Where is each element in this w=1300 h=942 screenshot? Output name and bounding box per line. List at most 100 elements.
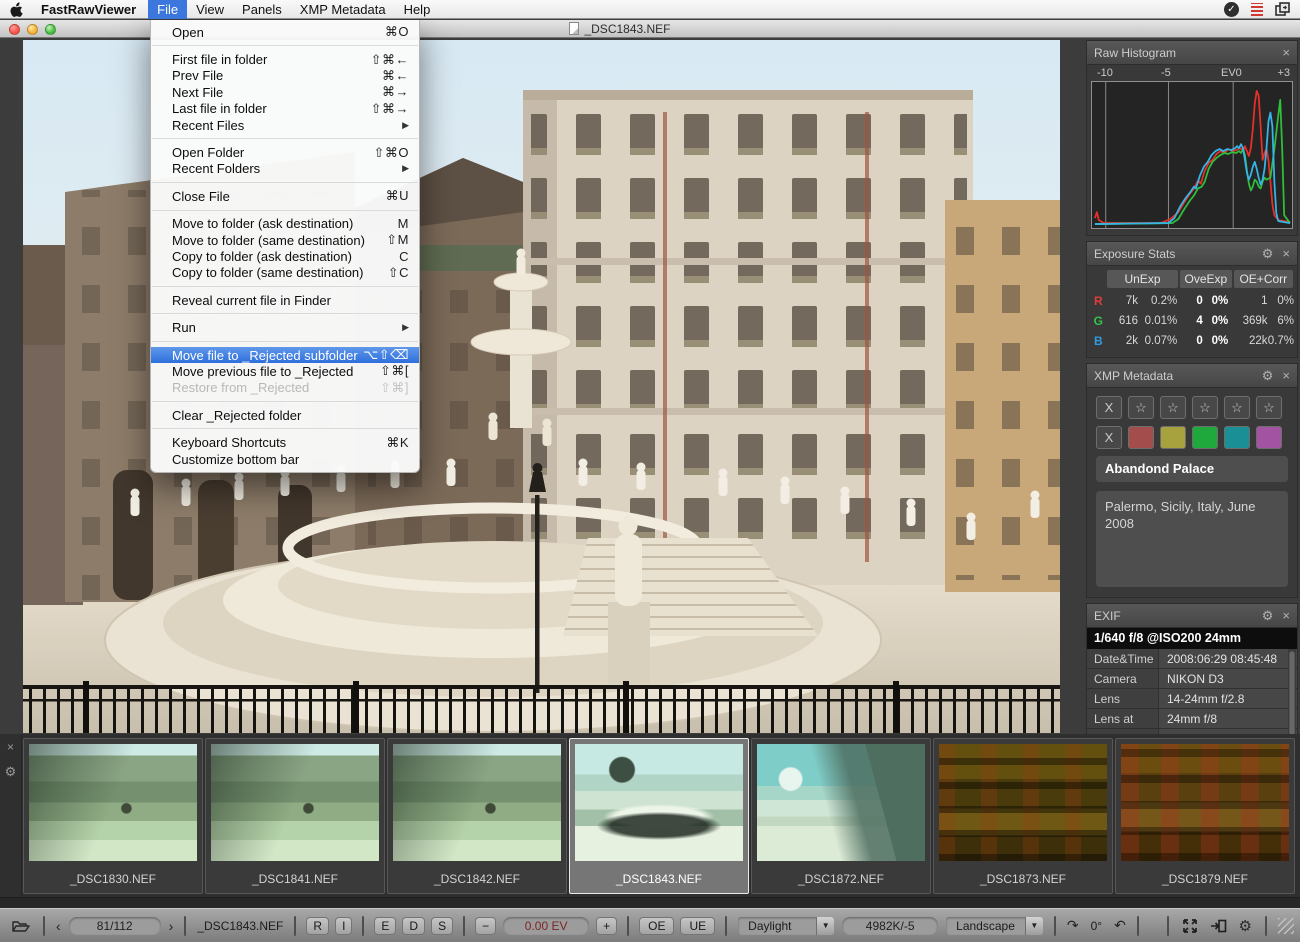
menubar-red-list-icon[interactable] (1251, 3, 1263, 16)
menubar-file[interactable]: File (148, 0, 187, 19)
settings-gear-icon[interactable]: ⚙ (1239, 917, 1252, 935)
menubar-app-name[interactable]: FastRawViewer (32, 0, 148, 19)
thumbnail-image (211, 744, 379, 861)
menu-item-move-ask[interactable]: Move to folder (ask destination)M (151, 216, 419, 232)
picture-style-dropdown[interactable]: Landscape ▼ (946, 917, 1043, 935)
thumbnail-dsc1842[interactable]: _DSC1842.NEF (387, 738, 567, 894)
menu-item-last-file[interactable]: Last file in folder⇧⌘→ (151, 101, 419, 117)
xmp-header[interactable]: XMP Metadata ⚙ × (1087, 364, 1297, 388)
fullscreen-icon[interactable] (1182, 918, 1198, 934)
menu-item-copy-same[interactable]: Copy to folder (same destination)⇧C (151, 265, 419, 281)
thumbnail-image (1121, 744, 1289, 861)
rating-star-2[interactable]: ☆ (1160, 396, 1186, 419)
label-purple-swatch[interactable] (1256, 426, 1282, 449)
raw-histogram-header[interactable]: Raw Histogram × (1087, 41, 1297, 65)
exif-header[interactable]: EXIF ⚙ × (1087, 604, 1297, 628)
rotate-cw-icon[interactable]: ↷ (1067, 917, 1079, 934)
menu-item-move-to-rejected[interactable]: Move file to _Rejected subfolder⌥⇧⌫ (151, 347, 419, 363)
col-oveexp[interactable]: OveExp (1180, 270, 1231, 288)
exposure-stats-header[interactable]: Exposure Stats ⚙ × (1087, 242, 1297, 266)
rating-star-4[interactable]: ☆ (1224, 396, 1250, 419)
menu-item-copy-ask[interactable]: Copy to folder (ask destination)C (151, 248, 419, 264)
filmstrip-gear-icon[interactable]: ⚙ (0, 764, 21, 780)
shadows-button[interactable]: S (431, 917, 453, 935)
menubar-panels[interactable]: Panels (233, 0, 291, 19)
ev-value-field[interactable]: 0.00 EV (503, 917, 589, 935)
menu-item-recent-files[interactable]: Recent Files▶ (151, 117, 419, 133)
apple-menu[interactable] (0, 1, 32, 17)
thumbnail-dsc1872[interactable]: _DSC1872.NEF (751, 738, 931, 894)
details-button[interactable]: D (402, 917, 425, 935)
menu-item-move-previous-rejected[interactable]: Move previous file to _Rejected⇧⌘[ (151, 363, 419, 379)
exposure-stats-close-icon[interactable]: × (1282, 247, 1290, 260)
thumbnail-dsc1830[interactable]: _DSC1830.NEF (23, 738, 203, 894)
file-position-field[interactable]: 81/112 (69, 917, 161, 935)
menu-item-recent-folders[interactable]: Recent Folders▶ (151, 161, 419, 177)
menu-item-first-file[interactable]: First file in folder⇧⌘← (151, 51, 419, 67)
xmp-gear-icon[interactable]: ⚙ (1262, 369, 1274, 382)
white-balance-dropdown[interactable]: Daylight ▼ (738, 917, 834, 935)
filmstrip-controls: × ⚙ (0, 734, 22, 896)
menu-item-clear-rejected[interactable]: Clear _Rejected folder (151, 407, 419, 423)
document-icon (569, 22, 579, 35)
thumbnail-dsc1841[interactable]: _DSC1841.NEF (205, 738, 385, 894)
col-unexp[interactable]: UnExp (1107, 270, 1178, 288)
xmp-title-field[interactable]: Abandond Palace (1096, 456, 1288, 482)
window-resize-grip[interactable] (1278, 918, 1294, 934)
thumbnail-dsc1843-selected[interactable]: _DSC1843.NEF (569, 738, 749, 894)
exposure-stats-gear-icon[interactable]: ⚙ (1262, 247, 1274, 260)
exif-summary: 1/640 f/8 @ISO200 24mm (1087, 628, 1297, 649)
xmp-close-icon[interactable]: × (1282, 369, 1290, 382)
rotate-ccw-icon[interactable]: ↶ (1114, 917, 1126, 934)
panel-xmp-metadata: XMP Metadata ⚙ × X ☆ ☆ ☆ ☆ ☆ X (1086, 363, 1298, 598)
prev-file-arrow[interactable]: ‹ (56, 918, 61, 934)
menubar-view[interactable]: View (187, 0, 233, 19)
toggle-panel-icon[interactable] (1210, 919, 1227, 933)
label-none-button[interactable]: X (1096, 426, 1122, 449)
info-button[interactable]: I (335, 917, 352, 935)
thumbnail-dsc1879[interactable]: _DSC1879.NEF (1115, 738, 1295, 894)
ev-minus-button[interactable]: − (475, 917, 496, 935)
rating-star-1[interactable]: ☆ (1128, 396, 1154, 419)
rating-star-5[interactable]: ☆ (1256, 396, 1282, 419)
ue-button[interactable]: UE (680, 917, 715, 935)
raw-button[interactable]: R (306, 917, 329, 935)
menu-item-next-file[interactable]: Next File⌘→ (151, 84, 419, 100)
ev-plus-button[interactable]: + (596, 917, 617, 935)
oe-button[interactable]: OE (639, 917, 674, 935)
menubar-status-check-icon[interactable]: ✓ (1224, 2, 1239, 17)
exposure-button[interactable]: E (374, 917, 396, 935)
menu-item-open-folder[interactable]: Open Folder⇧⌘O (151, 144, 419, 160)
exif-close-icon[interactable]: × (1282, 609, 1290, 622)
filmstrip-close-icon[interactable]: × (7, 740, 14, 754)
current-filename: _DSC1843.NEF (197, 919, 283, 933)
color-temp-field[interactable]: 4982K/-5 (842, 917, 938, 935)
open-folder-icon[interactable] (12, 919, 30, 933)
rating-reject-button[interactable]: X (1096, 396, 1122, 419)
raw-histogram-close-icon[interactable]: × (1282, 46, 1290, 59)
rating-star-3[interactable]: ☆ (1192, 396, 1218, 419)
submenu-arrow-icon: ▶ (402, 120, 409, 131)
col-oecorr[interactable]: OE+Corr (1234, 270, 1293, 288)
menubar-xmp-metadata[interactable]: XMP Metadata (291, 0, 395, 19)
menubar-windows-icon[interactable] (1275, 2, 1290, 16)
menu-item-customize-bottom-bar[interactable]: Customize bottom bar (151, 451, 419, 467)
label-red-swatch[interactable] (1128, 426, 1154, 449)
xmp-description-field[interactable]: Palermo, Sicily, Italy, June 2008 (1096, 491, 1288, 587)
menu-item-run[interactable]: Run▶ (151, 319, 419, 335)
thumbnail-dsc1873[interactable]: _DSC1873.NEF (933, 738, 1113, 894)
menu-item-prev-file[interactable]: Prev File⌘← (151, 68, 419, 84)
menu-item-close-file[interactable]: Close File⌘U (151, 188, 419, 204)
menu-item-open[interactable]: Open⌘O (151, 24, 419, 40)
label-yellow-swatch[interactable] (1160, 426, 1186, 449)
next-file-arrow[interactable]: › (169, 918, 174, 934)
filmstrip-scrollbar[interactable] (0, 897, 1300, 908)
label-green-swatch[interactable] (1192, 426, 1218, 449)
menu-item-move-same[interactable]: Move to folder (same destination)⇧M (151, 232, 419, 248)
menu-item-keyboard-shortcuts[interactable]: Keyboard Shortcuts⌘K (151, 434, 419, 450)
exif-gear-icon[interactable]: ⚙ (1262, 609, 1274, 622)
exposure-row-green: G 6160.01% 40% 369k6% (1090, 311, 1294, 331)
menubar-help[interactable]: Help (395, 0, 440, 19)
menu-item-reveal-finder[interactable]: Reveal current file in Finder (151, 292, 419, 308)
label-blue-swatch[interactable] (1224, 426, 1250, 449)
